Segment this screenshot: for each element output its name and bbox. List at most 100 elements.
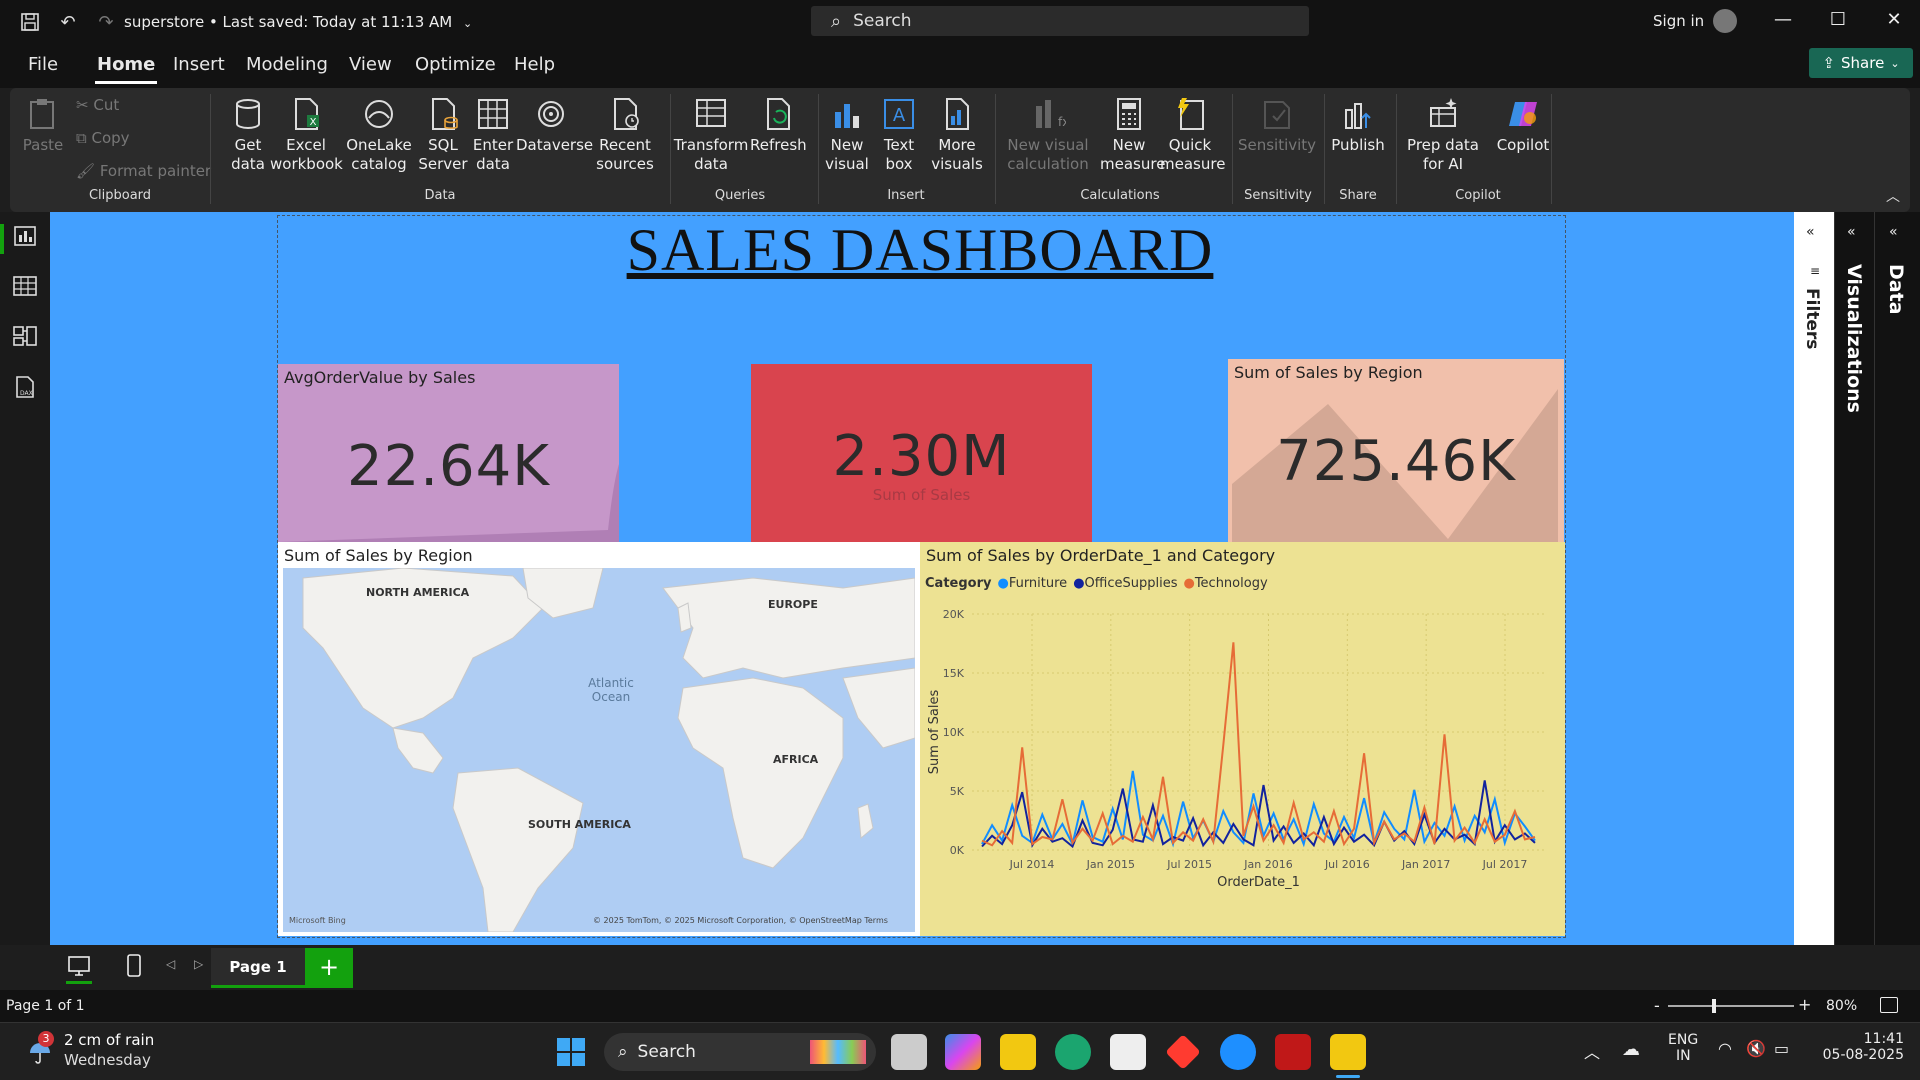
sales-by-region-map[interactable]: Sum of Sales by Region NORTH AMERICA EUR… — [278, 542, 920, 936]
help-app-icon[interactable] — [1220, 1034, 1256, 1070]
page-tab[interactable]: Page 1 — [211, 948, 305, 988]
line-chart-svg[interactable]: 0K 5K 10K 15K 20K Jul 2014 Jan 2015 Jul 2015 Jan… — [920, 592, 1565, 936]
legend-item[interactable]: ●OfficeSupplies — [1073, 576, 1177, 591]
report-view-icon[interactable] — [12, 224, 38, 248]
microsoft-store-icon[interactable] — [1110, 1034, 1146, 1070]
paste-button[interactable]: Paste — [18, 96, 68, 155]
file-explorer-icon[interactable] — [1000, 1034, 1036, 1070]
close-icon[interactable]: ✕ — [1879, 9, 1909, 35]
filters-pane[interactable]: « ≡ Filters — [1794, 212, 1834, 945]
volume-muted-icon[interactable]: 🔇 — [1746, 1039, 1766, 1058]
new-visual-calculation-button[interactable]: fx New visual calculation — [1000, 96, 1096, 174]
total-sales-card[interactable]: 2.30M Sum of Sales — [751, 364, 1092, 542]
redo-icon[interactable]: ↷ — [91, 7, 121, 37]
get-data-button[interactable]: Get data — [220, 96, 276, 174]
zoom-thumb[interactable] — [1712, 999, 1716, 1013]
visualizations-pane[interactable]: « Visualizations — [1834, 212, 1874, 945]
data-pane[interactable]: « Data — [1874, 212, 1920, 945]
avatar[interactable] — [1713, 9, 1737, 33]
weather-icon[interactable]: 3 — [26, 1031, 54, 1065]
x-tick-label: Jan 2017 — [1401, 858, 1450, 871]
dataverse-button[interactable]: Dataverse — [516, 96, 593, 155]
app-diamond-icon[interactable] — [1165, 1034, 1201, 1070]
prep-data-for-ai-button[interactable]: Prep data for AI — [1400, 96, 1486, 174]
map-area[interactable]: NORTH AMERICA EUROPE Atlantic Ocean AFRI… — [283, 568, 915, 932]
menu-modeling[interactable]: Modeling — [244, 52, 330, 81]
share-button[interactable]: ⇪ Share ⌄ — [1809, 48, 1913, 78]
copilot-button[interactable]: Copilot — [1488, 96, 1558, 155]
expand-visualizations-icon[interactable]: « — [1847, 224, 1856, 240]
menu-help[interactable]: Help — [512, 52, 557, 81]
recent-sources-button[interactable]: Recent sources — [590, 96, 660, 174]
menu-home[interactable]: Home — [95, 52, 158, 84]
clock[interactable]: 11:41 05-08-2025 — [1810, 1031, 1904, 1063]
legend-item[interactable]: ●Furniture — [997, 576, 1067, 591]
edge-icon[interactable] — [1055, 1034, 1091, 1070]
quick-measure-button[interactable]: Quick measure — [1160, 96, 1225, 174]
table-view-icon[interactable] — [12, 274, 38, 298]
legend-dot-icon: ● — [1183, 576, 1195, 591]
save-icon[interactable] — [15, 7, 45, 37]
document-title[interactable]: superstore • Last saved: Today at 11:13 … — [124, 13, 472, 31]
onelake-catalog-button[interactable]: OneLake catalog — [346, 96, 412, 174]
zoom-slider[interactable] — [1668, 999, 1794, 1013]
sales-by-region-card[interactable]: Sum of Sales by Region 725.46K — [1228, 359, 1564, 542]
publish-button[interactable]: Publish — [1328, 96, 1388, 155]
menu-file[interactable]: File — [26, 52, 60, 81]
menu-view[interactable]: View — [347, 52, 394, 81]
taskbar-search-label: Search — [637, 1042, 696, 1062]
onedrive-icon[interactable]: ☁ — [1622, 1039, 1640, 1060]
previous-page-icon[interactable]: ◁ — [166, 957, 175, 971]
sign-in-link[interactable]: Sign in — [1653, 12, 1704, 30]
cut-button[interactable]: ✂ Cut — [76, 96, 119, 114]
taskbar-search[interactable]: ⌕ Search — [604, 1033, 876, 1071]
show-hidden-icons[interactable]: ︿ — [1584, 1039, 1600, 1063]
wifi-icon[interactable]: ◠ — [1718, 1039, 1732, 1058]
more-visuals-button[interactable]: More visuals — [926, 96, 988, 174]
desktop-layout-icon[interactable] — [66, 953, 92, 984]
copy-button[interactable]: ⧉ Copy — [76, 129, 130, 147]
task-view-icon[interactable] — [891, 1034, 927, 1070]
sql-server-button[interactable]: SQL Server — [418, 96, 468, 174]
weather-text[interactable]: 2 cm of rain — [64, 1031, 154, 1049]
mobile-layout-icon[interactable] — [124, 953, 144, 979]
add-page-button[interactable]: + — [305, 948, 353, 988]
sales-by-date-category-chart[interactable]: Sum of Sales by OrderDate_1 and Category… — [920, 542, 1565, 936]
excel-workbook-button[interactable]: X Excel workbook — [270, 96, 343, 174]
mcafee-icon[interactable] — [1275, 1034, 1311, 1070]
undo-icon[interactable]: ↶ — [53, 7, 83, 37]
enter-data-button[interactable]: Enter data — [468, 96, 518, 174]
dashboard-title[interactable]: SALES DASHBOARD — [600, 216, 1240, 285]
next-page-icon[interactable]: ▷ — [194, 957, 203, 971]
avg-order-value-card[interactable]: AvgOrderValue by Sales 22.64K — [278, 364, 619, 542]
legend-label: Technology — [1194, 576, 1268, 591]
zoom-level[interactable]: 80% — [1826, 998, 1857, 1014]
language-indicator[interactable]: ENG IN — [1668, 1032, 1698, 1064]
refresh-button[interactable]: Refresh — [750, 96, 807, 155]
expand-filters-icon[interactable]: « — [1806, 224, 1815, 240]
power-bi-icon[interactable] — [1330, 1034, 1366, 1070]
collapse-ribbon-icon[interactable]: ︿ — [1886, 186, 1900, 206]
search-input[interactable]: ⌕ Search — [811, 6, 1309, 36]
text-box-button[interactable]: A Text box — [874, 96, 924, 174]
zoom-out-icon[interactable]: - — [1654, 996, 1660, 1015]
legend-item[interactable]: ●Technology — [1183, 576, 1267, 591]
model-view-icon[interactable] — [12, 324, 38, 348]
battery-icon[interactable]: ▭ — [1774, 1039, 1789, 1058]
menu-insert[interactable]: Insert — [171, 52, 227, 81]
copilot-app-icon[interactable] — [945, 1034, 981, 1070]
format-painter-button[interactable]: 🖌 Format painter — [76, 162, 211, 180]
dax-query-view-icon[interactable]: DAX — [12, 374, 38, 400]
new-measure-button[interactable]: New measure — [1100, 96, 1165, 174]
zoom-in-icon[interactable]: + — [1798, 995, 1811, 1014]
new-visual-button[interactable]: New visual — [822, 96, 872, 174]
windows-start-icon[interactable] — [556, 1037, 586, 1067]
minimize-icon[interactable]: — — [1768, 9, 1798, 35]
transform-data-button[interactable]: Transform data — [670, 96, 752, 174]
sensitivity-button[interactable]: Sensitivity — [1236, 96, 1318, 155]
menu-optimize[interactable]: Optimize — [413, 52, 498, 81]
maximize-icon[interactable]: ☐ — [1823, 9, 1853, 35]
fit-to-page-icon[interactable] — [1880, 997, 1898, 1013]
expand-data-icon[interactable]: « — [1889, 224, 1898, 240]
view-switcher: DAX — [0, 212, 50, 945]
